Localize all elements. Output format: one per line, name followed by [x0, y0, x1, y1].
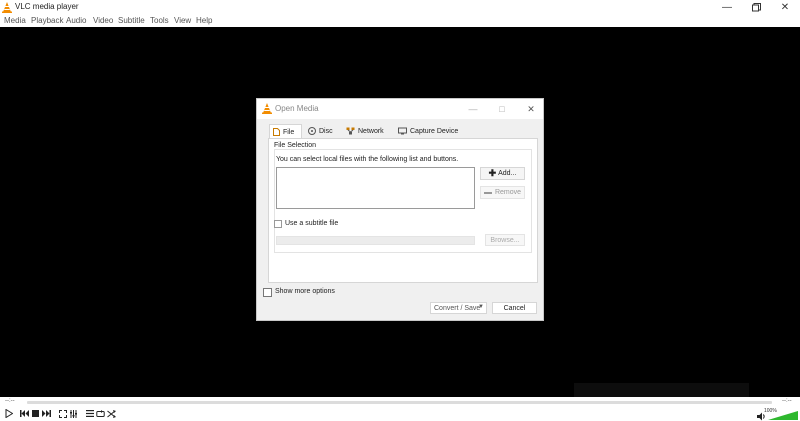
- menu-media[interactable]: Media: [4, 16, 26, 25]
- minimize-icon[interactable]: —: [713, 0, 741, 15]
- menu-bar: Media Playback Audio Video Subtitle Tool…: [0, 15, 800, 27]
- controls-bar: [0, 407, 800, 421]
- playlist-icon[interactable]: [84, 408, 95, 419]
- file-selection-label: File Selection: [272, 142, 319, 149]
- speaker-icon[interactable]: [757, 412, 766, 421]
- cancel-button[interactable]: Cancel: [492, 302, 537, 314]
- tab-file[interactable]: File: [269, 124, 302, 139]
- fullscreen-icon[interactable]: [57, 408, 68, 419]
- stop-icon[interactable]: [30, 408, 41, 419]
- show-more-checkbox[interactable]: [263, 288, 272, 297]
- tab-label: Capture Device: [410, 127, 459, 135]
- tab-label: Network: [358, 127, 384, 135]
- subtitle-checkbox[interactable]: [274, 220, 282, 228]
- subtitle-path-input[interactable]: [276, 236, 475, 245]
- shuffle-icon[interactable]: [106, 408, 117, 419]
- maximize-icon[interactable]: [742, 0, 770, 15]
- extended-settings-icon[interactable]: [68, 408, 79, 419]
- capture-device-icon: [398, 127, 407, 135]
- time-total: --:--: [782, 398, 792, 404]
- menu-help[interactable]: Help: [196, 16, 212, 25]
- menu-subtitle[interactable]: Subtitle: [118, 16, 145, 25]
- minus-icon: [483, 191, 492, 194]
- window-title: VLC media player: [15, 2, 79, 11]
- title-bar: [0, 0, 800, 15]
- next-icon[interactable]: [41, 408, 52, 419]
- convert-save-label: Convert / Save: [434, 304, 481, 312]
- tab-panel: File Selection You can select local file…: [268, 138, 538, 283]
- convert-save-button[interactable]: Convert / Save ▼: [430, 302, 487, 314]
- vlc-cone-icon: [262, 103, 272, 114]
- disc-icon: [308, 127, 316, 135]
- add-button[interactable]: ✚ Add...: [480, 167, 525, 180]
- tab-network[interactable]: Network: [346, 125, 384, 137]
- tab-label: Disc: [319, 127, 333, 135]
- remove-button[interactable]: Remove: [480, 186, 525, 199]
- file-icon: [273, 128, 280, 136]
- loop-icon[interactable]: [95, 408, 106, 419]
- tab-label: File: [283, 128, 295, 136]
- open-media-dialog: Open Media — □ ✕ File Disc Network Captu…: [256, 98, 544, 321]
- vlc-cone-icon: [2, 2, 12, 13]
- menu-view[interactable]: View: [174, 16, 191, 25]
- tab-capture-device[interactable]: Capture Device: [398, 125, 458, 137]
- menu-tools[interactable]: Tools: [150, 16, 169, 25]
- subtitle-checkbox-label: Use a subtitle file: [285, 220, 339, 227]
- dialog-close-icon[interactable]: ✕: [522, 101, 540, 117]
- time-elapsed: --:--: [5, 398, 15, 404]
- add-button-label: Add...: [498, 170, 517, 177]
- menu-video[interactable]: Video: [93, 16, 113, 25]
- plus-icon: ✚: [488, 168, 497, 178]
- play-icon[interactable]: [3, 408, 14, 419]
- remove-button-label: Remove: [494, 189, 522, 196]
- dialog-minimize-icon[interactable]: —: [464, 101, 482, 117]
- dialog-title: Open Media: [275, 104, 319, 113]
- previous-icon[interactable]: [19, 408, 30, 419]
- overlay-panel: [574, 383, 749, 397]
- file-description: You can select local files with the foll…: [276, 156, 459, 163]
- dialog-maximize-icon[interactable]: □: [493, 101, 511, 117]
- tab-disc[interactable]: Disc: [308, 125, 333, 137]
- network-icon: [346, 127, 355, 135]
- browse-button[interactable]: Browse...: [485, 234, 525, 246]
- show-more-label: Show more options: [275, 288, 335, 295]
- menu-playback[interactable]: Playback: [31, 16, 63, 25]
- dropdown-arrow-icon[interactable]: ▼: [478, 304, 484, 310]
- file-list[interactable]: [276, 167, 475, 209]
- seek-slider[interactable]: [27, 401, 772, 404]
- menu-audio[interactable]: Audio: [66, 16, 86, 25]
- close-icon[interactable]: ✕: [771, 0, 799, 15]
- volume-slider[interactable]: [768, 411, 798, 420]
